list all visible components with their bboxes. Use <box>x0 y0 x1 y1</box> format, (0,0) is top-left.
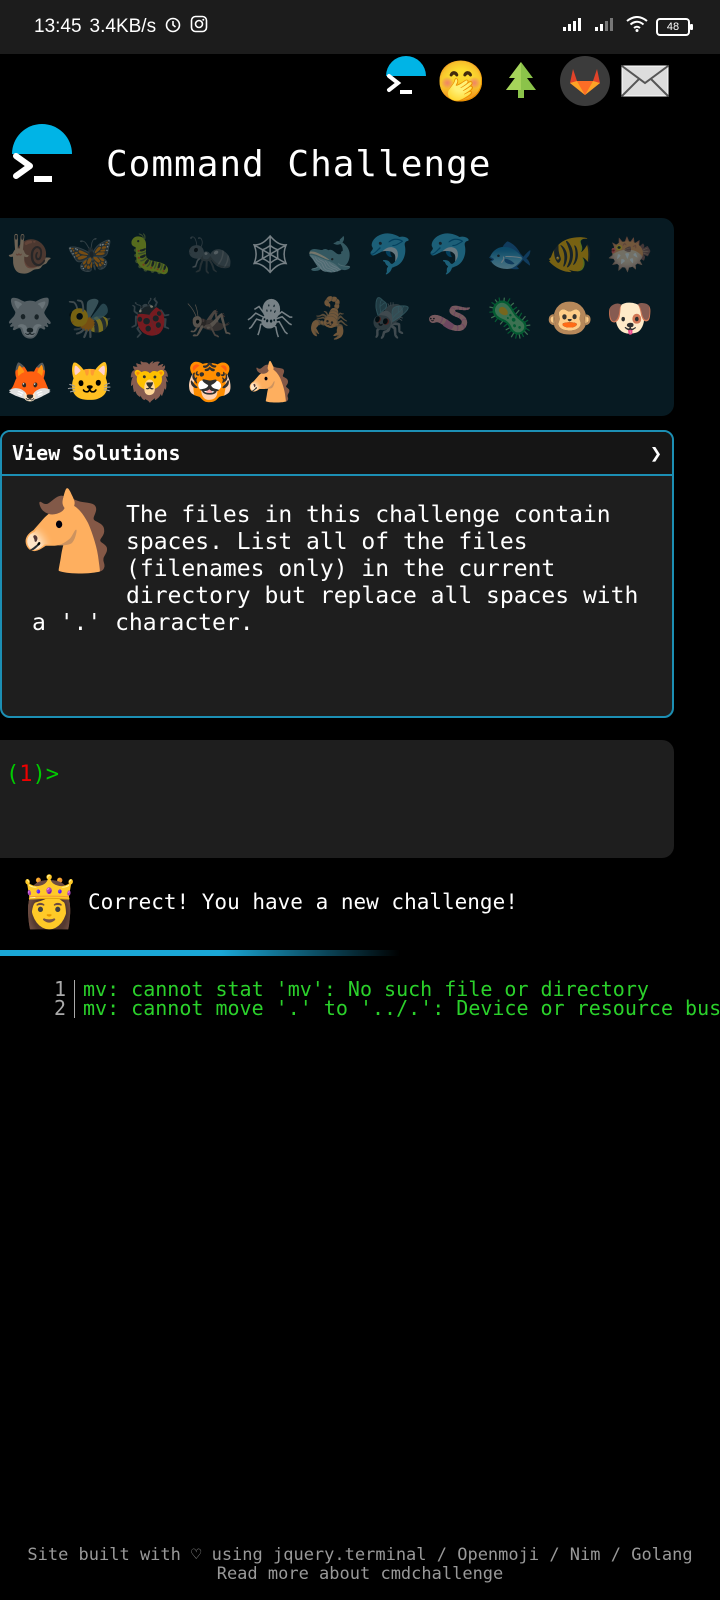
wolf-icon[interactable]: 🐺 <box>0 288 60 348</box>
footer-link[interactable]: Read more about cmdchallenge <box>0 1565 720 1584</box>
view-solutions-label: View Solutions <box>12 441 181 465</box>
cat-icon[interactable]: 🐱 <box>60 352 120 412</box>
dog-icon[interactable]: 🐶 <box>600 288 660 348</box>
command-output: 1 mv: cannot stat 'mv': No such file or d… <box>52 979 720 1020</box>
monkey-icon[interactable]: 🐵 <box>540 288 600 348</box>
alarm-icon <box>164 15 182 39</box>
dolphin-grey-icon[interactable]: 🐬 <box>420 224 480 284</box>
chevron-right-icon: ❯ <box>649 441 662 465</box>
ant-icon[interactable]: 🐜 <box>180 224 240 284</box>
page-title: Command Challenge <box>106 144 492 185</box>
challenge-card: View Solutions ❯ 🐴 The files in this cha… <box>0 430 674 718</box>
fox-icon[interactable]: 🦊 <box>0 352 60 412</box>
view-solutions-toggle[interactable]: View Solutions ❯ <box>2 432 672 476</box>
tree-icon[interactable] <box>496 56 546 106</box>
cricket-icon[interactable]: 🦗 <box>180 288 240 348</box>
feedback-message: 👸 Correct! You have a new challenge! <box>18 870 518 934</box>
signal-2-icon <box>594 16 618 38</box>
horse-icon: 🐴 <box>18 487 116 577</box>
feedback-text: Correct! You have a new challenge! <box>88 890 518 914</box>
terminal-input[interactable]: (1)> <box>0 740 674 858</box>
blowfish-icon[interactable]: 🐡 <box>600 224 660 284</box>
output-text: mv: cannot move '.' to '../.': Device or… <box>83 996 720 1020</box>
network-speed: 3.4KB/s <box>89 16 157 37</box>
dolphin-icon[interactable]: 🐬 <box>360 224 420 284</box>
top-nav: 🤭 <box>374 56 674 114</box>
spider-icon[interactable]: 🕷 <box>240 288 300 348</box>
butterfly-icon[interactable]: 🦋 <box>60 224 120 284</box>
lion-icon[interactable]: 🦁 <box>120 352 180 412</box>
horse-icon[interactable]: 🐴 <box>240 352 300 412</box>
terminal-prompt: (1)> <box>6 762 59 787</box>
signal-icon <box>562 16 586 38</box>
bee-icon[interactable]: 🐝 <box>60 288 120 348</box>
terminal-icon[interactable] <box>378 56 428 106</box>
snail-icon[interactable]: 🐌 <box>0 224 60 284</box>
face-with-hand-over-mouth-icon[interactable]: 🤭 <box>436 56 486 106</box>
fish-icon[interactable]: 🐟 <box>480 224 540 284</box>
tiger-icon[interactable]: 🐯 <box>180 352 240 412</box>
line-number: 2 <box>52 998 75 1018</box>
envelope-icon[interactable] <box>620 56 670 106</box>
tropical-fish-icon[interactable]: 🐠 <box>540 224 600 284</box>
battery-icon: 48 <box>656 18 693 36</box>
wifi-icon <box>626 16 648 38</box>
bug-icon[interactable]: 🐛 <box>120 224 180 284</box>
clock: 13:45 <box>34 16 82 37</box>
worm-icon[interactable]: 🪱 <box>420 288 480 348</box>
logo-icon[interactable] <box>12 124 74 194</box>
whale-icon[interactable]: 🐋 <box>300 224 360 284</box>
ladybug-icon[interactable]: 🐞 <box>120 288 180 348</box>
microbe-icon[interactable]: 🦠 <box>480 288 540 348</box>
output-line: 2 mv: cannot move '.' to '../.': Device o… <box>52 996 720 1020</box>
challenge-text: The files in this challenge contain spac… <box>32 502 639 636</box>
progress-bar <box>0 950 400 956</box>
princess-icon: 👸 <box>18 872 81 931</box>
fly-icon[interactable]: 🪰 <box>360 288 420 348</box>
challenge-description: 🐴 The files in this challenge contain sp… <box>2 476 672 637</box>
footer: Site built with ♡ using jquery.terminal … <box>0 1546 720 1584</box>
challenge-progress-grid: 🐌 🦋 🐛 🐜 🕸 🐋 🐬 🐬 🐟 🐠 🐡 🐺 🐝 🐞 🦗 🕷 🦂 🪰 🪱 🦠 🐵 🐶 🦊 🐱 🦁 🐯 🐴 <box>0 218 674 416</box>
status-bar: 13:45 3.4KB/s 48 <box>0 0 720 54</box>
spider-web-icon[interactable]: 🕸 <box>240 224 300 284</box>
gitlab-icon[interactable] <box>560 56 610 106</box>
footer-credits: Site built with ♡ using jquery.terminal … <box>27 1545 693 1565</box>
scorpion-icon[interactable]: 🦂 <box>300 288 360 348</box>
instagram-icon <box>190 15 208 39</box>
